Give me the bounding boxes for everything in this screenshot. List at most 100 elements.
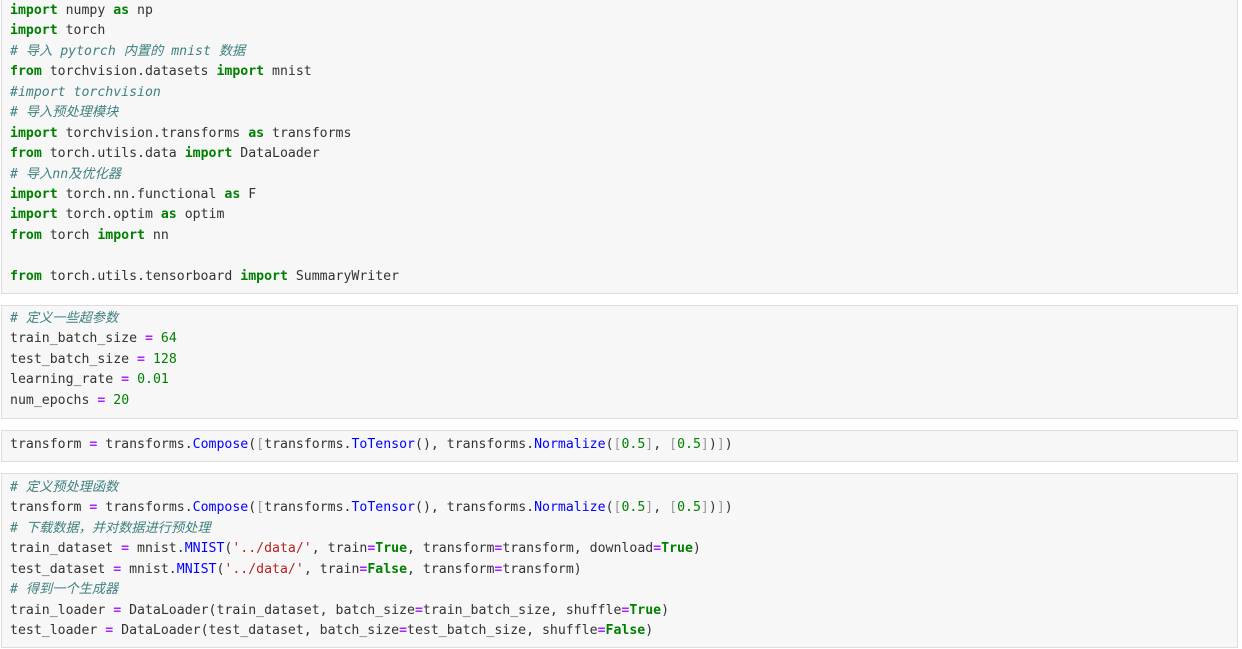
builtin-token: True xyxy=(661,541,693,557)
builtin-token: True xyxy=(375,541,408,557)
code-block-hyperparameters[interactable]: # 定义一些超参数 train_batch_size = 64 test_batch… xyxy=(10,309,177,411)
code-token: ( xyxy=(248,500,257,516)
code-token: torchvision.transforms xyxy=(57,125,249,141)
code-line: from torchvision.datasets import mnist xyxy=(10,62,399,82)
code-token: torch.utils.tensorboard xyxy=(41,268,241,284)
code-cell-transform[interactable]: transform = transforms.Compose([transfor… xyxy=(1,430,1238,462)
code-line: transform = transforms.Compose([transfor… xyxy=(10,498,733,518)
code-line: from torch.utils.tensorboard import Summ… xyxy=(10,267,399,287)
builtin-token: False xyxy=(367,561,408,577)
bracket-token: ] xyxy=(700,437,709,452)
code-block-imports[interactable]: import numpy as np import torch # 导入 pytor… xyxy=(10,1,399,287)
code-line: import torchvision.transforms as transfo… xyxy=(10,124,399,144)
code-token: mnist. xyxy=(129,541,185,557)
code-line: import torch xyxy=(10,21,399,41)
code-line: train_dataset = mnist.MNIST('../data/', … xyxy=(10,539,733,559)
operator-token: = xyxy=(414,602,423,618)
bracket-token: [ xyxy=(256,437,265,452)
code-line: # 导入 pytorch 内置的 mnist 数据 xyxy=(10,42,399,62)
code-token: ( xyxy=(605,500,614,516)
function-token: MNIST xyxy=(184,541,225,557)
comment-token: # 定义预处理函数 xyxy=(10,480,119,495)
number-token: 0.5 xyxy=(621,500,646,516)
code-cell-dataset-loading[interactable]: # 定义预处理函数 transform = transforms.Compose(… xyxy=(1,473,1238,648)
code-token: (), transforms. xyxy=(415,437,535,452)
function-token: MNIST xyxy=(176,561,217,577)
keyword-token: from xyxy=(10,64,42,80)
number-token: 20 xyxy=(113,392,130,408)
operator-token: = xyxy=(399,623,408,639)
comment-token: # 导入预处理模块 xyxy=(10,105,119,121)
keyword-token: import xyxy=(240,268,288,284)
code-token: ) xyxy=(724,437,733,452)
code-token: DataLoader xyxy=(232,146,320,162)
function-token: Compose xyxy=(192,500,249,516)
comment-token: #import torchvision xyxy=(10,84,161,100)
function-token: ToTensor xyxy=(351,437,415,452)
code-token: torch xyxy=(41,227,98,243)
keyword-token: import xyxy=(216,64,265,80)
keyword-token: import xyxy=(97,227,145,243)
function-token: Normalize xyxy=(534,437,606,452)
code-block-transform[interactable]: transform = transforms.Compose([transfor… xyxy=(10,435,733,455)
operator-token: = xyxy=(653,541,662,557)
bracket-token: ] xyxy=(716,437,725,452)
code-token: transforms xyxy=(264,125,352,141)
code-token: mnist. xyxy=(121,561,177,577)
code-line: import numpy as np xyxy=(10,1,399,21)
code-token: transforms. xyxy=(264,437,352,452)
code-token: transform, download xyxy=(502,541,654,557)
code-token: F xyxy=(240,186,257,202)
code-token: train_dataset xyxy=(10,541,122,557)
code-token: transforms. xyxy=(97,437,193,452)
code-token: transforms. xyxy=(264,500,352,516)
code-token: num_epochs xyxy=(10,392,98,408)
code-line: test_batch_size = 128 xyxy=(10,350,177,370)
code-line: import torch.optim as optim xyxy=(10,205,399,225)
code-token: torchvision.datasets xyxy=(41,64,217,80)
code-token: nn xyxy=(144,227,169,243)
code-token: , train xyxy=(303,561,360,577)
code-token: ) xyxy=(708,437,717,452)
code-block-dataset-loading[interactable]: # 定义预处理函数 transform = transforms.Compose(… xyxy=(10,478,733,642)
code-token: torch.optim xyxy=(57,207,161,223)
code-token: ( xyxy=(605,437,614,452)
code-line: import torch.nn.functional as F xyxy=(10,185,399,205)
code-token: train_loader xyxy=(10,602,114,618)
operator-token: = xyxy=(121,541,130,557)
comment-token: # 导入 pytorch 内置的 mnist 数据 xyxy=(10,43,246,59)
bracket-token: ] xyxy=(716,500,725,516)
code-token: torch.utils.data xyxy=(41,146,185,162)
code-cell-hyperparameters[interactable]: # 定义一些超参数 train_batch_size = 64 test_batch… xyxy=(1,305,1238,419)
code-line: # 定义一些超参数 xyxy=(10,309,177,329)
code-token: torch xyxy=(57,23,106,39)
code-line: from torch import nn xyxy=(10,226,399,246)
string-token: '../data/' xyxy=(224,561,304,577)
code-line: num_epochs = 20 xyxy=(10,391,177,411)
keyword-token: import xyxy=(184,146,233,162)
keyword-token: import xyxy=(10,207,58,223)
comment-token: # 定义一些超参数 xyxy=(10,311,119,326)
code-token: torch.nn.functional xyxy=(57,186,225,202)
comment-token: # 下载数据，并对数据进行预处理 xyxy=(10,520,211,536)
code-token: optim xyxy=(176,207,225,223)
code-line: test_loader = DataLoader(test_dataset, b… xyxy=(10,621,733,641)
code-line: train_batch_size = 64 xyxy=(10,329,177,349)
code-token: , transform xyxy=(407,561,495,577)
code-token: ) xyxy=(661,602,670,618)
operator-token: = xyxy=(113,561,122,577)
code-cell-imports[interactable]: import numpy as np import torch # 导入 pytor… xyxy=(1,0,1238,294)
keyword-token: from xyxy=(10,268,42,284)
code-token: , transform xyxy=(407,541,495,557)
code-token: SummaryWriter xyxy=(287,268,400,284)
code-token: train_batch_size xyxy=(10,331,145,347)
keyword-token: import xyxy=(10,125,58,141)
builtin-token: True xyxy=(629,602,662,618)
number-token: 0.01 xyxy=(137,372,169,388)
comment-token: # 导入nn及优化器 xyxy=(10,166,121,182)
code-line: # 导入nn及优化器 xyxy=(10,165,399,185)
bracket-token: ] xyxy=(700,500,709,516)
